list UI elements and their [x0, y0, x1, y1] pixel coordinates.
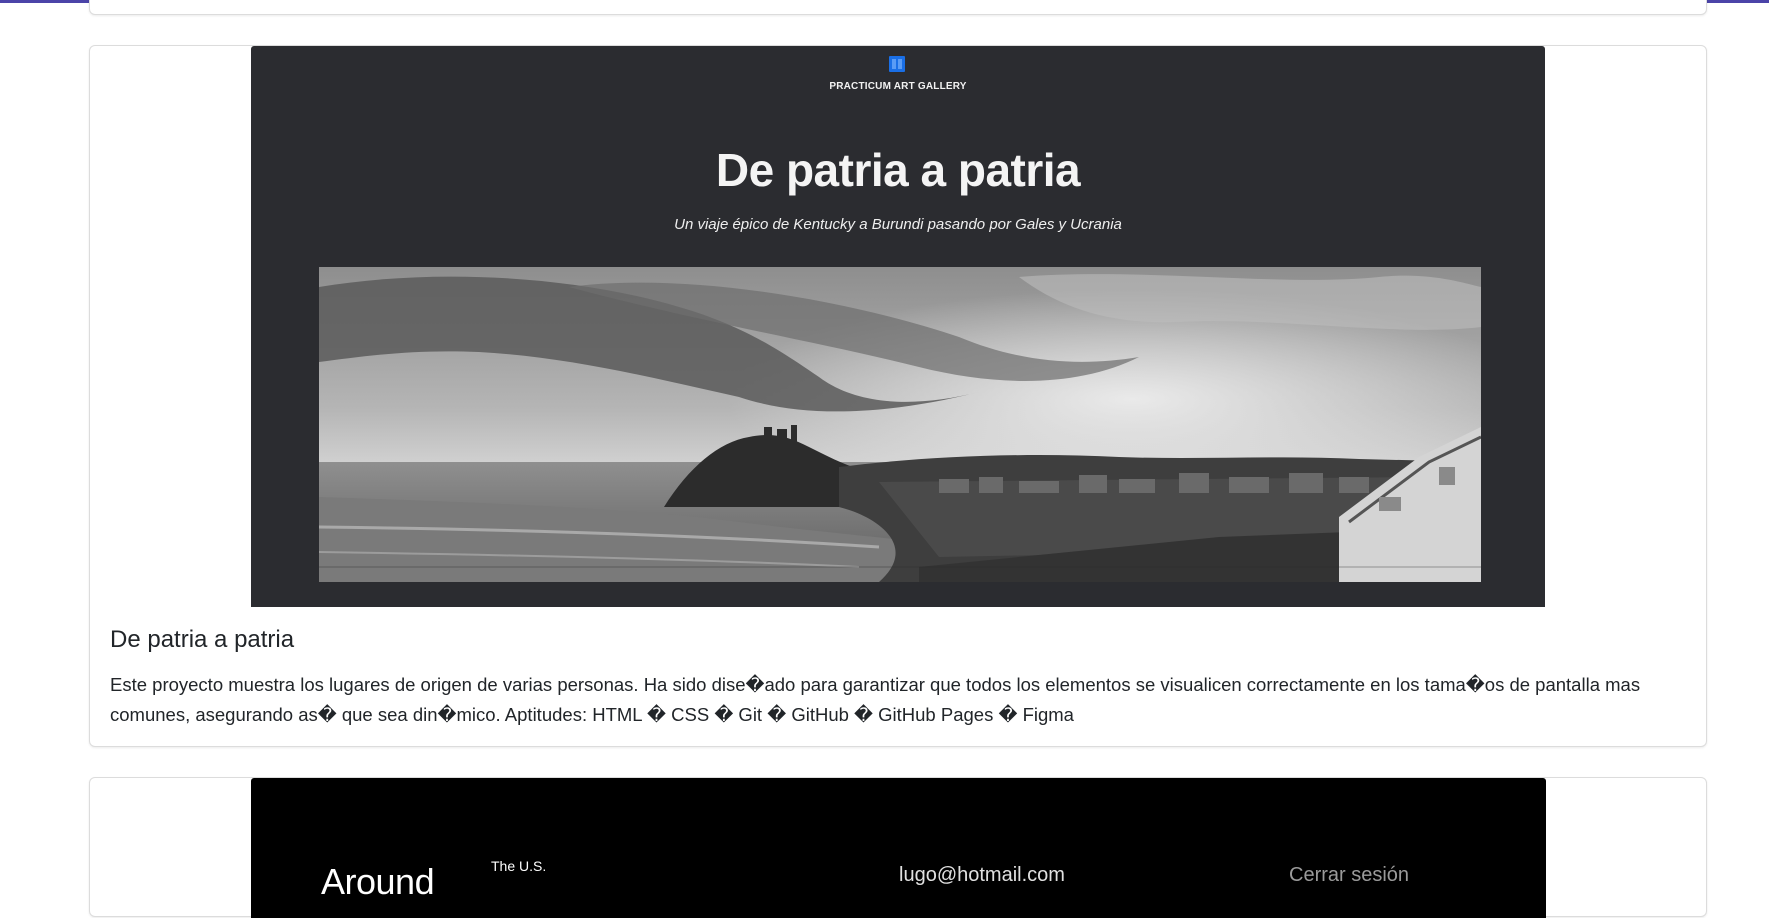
around-logo-superscript: The U.S.	[491, 858, 547, 874]
gallery-logo-icon	[889, 56, 905, 72]
coastal-landscape-photo	[319, 267, 1481, 582]
project-preview-image[interactable]: PRACTICUM ART GALLERY De patria a patria…	[251, 46, 1545, 607]
previous-project-card	[89, 0, 1707, 15]
next-project-card: Around The U.S. lugo@hotmail.com Cerrar …	[89, 777, 1707, 918]
gallery-name: PRACTICUM ART GALLERY	[829, 81, 967, 92]
preview-hero-subtitle: Un viaje épico de Kentucky a Burundi pas…	[674, 216, 1122, 233]
project-description: Este proyecto muestra los lugares de ori…	[110, 674, 1641, 725]
next-project-preview-image[interactable]: Around The U.S. lugo@hotmail.com Cerrar …	[251, 778, 1546, 918]
project-title: De patria a patria	[110, 626, 295, 653]
project-card: PRACTICUM ART GALLERY De patria a patria…	[89, 45, 1707, 747]
around-logo: Around	[321, 861, 435, 902]
preview-hero-title: De patria a patria	[715, 144, 1081, 196]
